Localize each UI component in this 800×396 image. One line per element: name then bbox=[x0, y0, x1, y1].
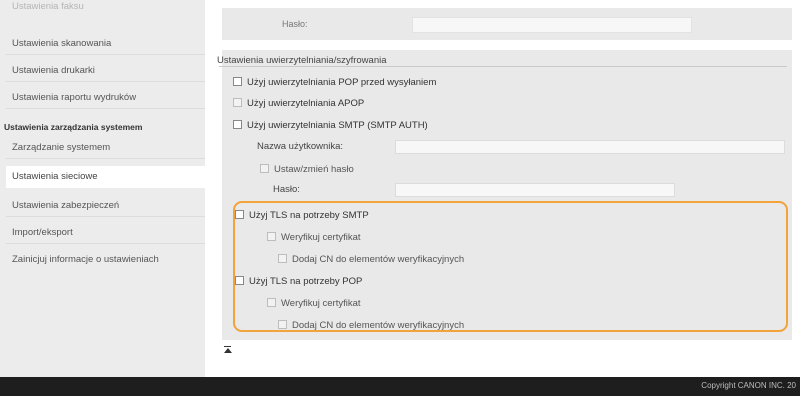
tls-smtp-checkbox[interactable] bbox=[235, 210, 244, 219]
sidebar-item-import-export[interactable]: Import/eksport bbox=[6, 222, 205, 244]
verify-cert-pop-checkbox[interactable] bbox=[267, 298, 276, 307]
sidebar-item-system-management[interactable]: Zarządzanie systemem bbox=[6, 137, 205, 159]
section-title: Ustawienia uwierzytelniania/szyfrowania bbox=[217, 55, 387, 66]
smtp-auth-option[interactable]: Użyj uwierzytelniania SMTP (SMTP AUTH) bbox=[233, 119, 428, 133]
sidebar-item-fax[interactable]: Ustawienia faksu bbox=[6, 0, 205, 14]
back-to-top-icon[interactable] bbox=[224, 346, 232, 353]
main-content: Hasło: Ustawienia uwierzytelniania/szyfr… bbox=[205, 0, 800, 377]
pop-before-send-checkbox[interactable] bbox=[233, 77, 242, 86]
verify-cert-smtp-option[interactable]: Weryfikuj certyfikat bbox=[267, 231, 361, 245]
add-cn-smtp-checkbox[interactable] bbox=[278, 254, 287, 263]
tls-pop-label: Użyj TLS na potrzeby POP bbox=[249, 276, 363, 287]
verify-cert-pop-label: Weryfikuj certyfikat bbox=[281, 298, 361, 309]
apop-option[interactable]: Użyj uwierzytelniania APOP bbox=[233, 97, 364, 111]
section-divider bbox=[219, 66, 787, 67]
pop-before-send-option[interactable]: Użyj uwierzytelniania POP przed wysyłani… bbox=[233, 76, 436, 90]
smtp-auth-label: Użyj uwierzytelniania SMTP (SMTP AUTH) bbox=[247, 120, 428, 131]
set-change-password-checkbox[interactable] bbox=[260, 164, 269, 173]
set-change-password-label: Ustaw/zmień hasło bbox=[274, 164, 354, 175]
add-cn-smtp-option[interactable]: Dodaj CN do elementów weryfikacyjnych bbox=[278, 253, 464, 267]
smtp-password-input[interactable] bbox=[395, 183, 675, 197]
sidebar-item-security[interactable]: Ustawienia zabezpieczeń bbox=[6, 195, 205, 217]
top-password-label: Hasło: bbox=[282, 19, 308, 29]
sidebar-group-header: Ustawienia zarządzania systemem bbox=[4, 122, 143, 132]
sidebar-item-report[interactable]: Ustawienia raportu wydruków bbox=[6, 87, 205, 109]
add-cn-pop-label: Dodaj CN do elementów weryfikacyjnych bbox=[292, 320, 465, 331]
sidebar-item-scan[interactable]: Ustawienia skanowania bbox=[6, 33, 205, 55]
smtp-auth-checkbox[interactable] bbox=[233, 120, 242, 129]
tls-pop-option[interactable]: Użyj TLS na potrzeby POP bbox=[235, 275, 362, 289]
footer: Copyright CANON INC. 20 bbox=[0, 377, 800, 396]
tls-smtp-label: Użyj TLS na potrzeby SMTP bbox=[249, 210, 369, 221]
username-label: Nazwa użytkownika: bbox=[257, 141, 344, 152]
top-settings-panel: Hasło: bbox=[222, 8, 792, 40]
pop-before-send-label: Użyj uwierzytelniania POP przed wysyłani… bbox=[247, 77, 437, 88]
tls-pop-checkbox[interactable] bbox=[235, 276, 244, 285]
username-input[interactable] bbox=[395, 140, 785, 154]
sidebar-item-network-settings[interactable]: Ustawienia sieciowe bbox=[6, 166, 205, 188]
add-cn-pop-checkbox[interactable] bbox=[278, 320, 287, 329]
set-change-password-option[interactable]: Ustaw/zmień hasło bbox=[260, 163, 354, 177]
add-cn-pop-option[interactable]: Dodaj CN do elementów weryfikacyjnych bbox=[278, 319, 464, 333]
verify-cert-pop-option[interactable]: Weryfikuj certyfikat bbox=[267, 297, 361, 311]
sidebar-item-initialize[interactable]: Zainicjuj informacje o ustawieniach bbox=[6, 249, 205, 271]
verify-cert-smtp-label: Weryfikuj certyfikat bbox=[281, 232, 361, 243]
top-password-field[interactable] bbox=[412, 17, 692, 33]
tls-smtp-option[interactable]: Użyj TLS na potrzeby SMTP bbox=[235, 209, 369, 223]
sidebar-item-printer[interactable]: Ustawienia drukarki bbox=[6, 60, 205, 82]
smtp-password-label: Hasło: bbox=[273, 184, 300, 195]
copyright-text: Copyright CANON INC. 20 bbox=[701, 381, 796, 390]
add-cn-smtp-label: Dodaj CN do elementów weryfikacyjnych bbox=[292, 254, 465, 265]
sidebar: Ustawienia faksu Ustawienia skanowania U… bbox=[0, 0, 205, 377]
apop-checkbox[interactable] bbox=[233, 98, 242, 107]
verify-cert-smtp-checkbox[interactable] bbox=[267, 232, 276, 241]
apop-label: Użyj uwierzytelniania APOP bbox=[247, 98, 365, 109]
